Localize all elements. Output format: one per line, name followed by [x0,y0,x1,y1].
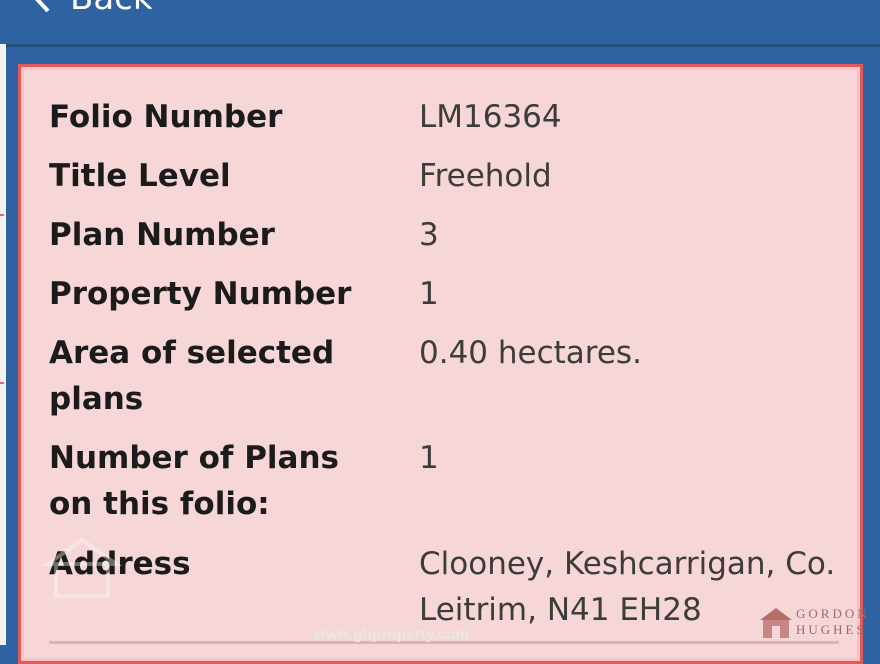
brand-logo: GORDON HUGHES [758,604,878,644]
top-bar: Back [0,0,880,47]
house-logo-icon [760,608,792,638]
detail-value: LM16364 [419,99,562,135]
folio-details-panel: Folio Number LM16364 Title Level Freehol… [18,64,863,664]
back-link[interactable]: Back [26,0,153,18]
brand-line-1: GORDON [796,606,870,621]
chevron-left-icon [35,0,50,13]
detail-value: 1 [419,440,439,476]
left-edge-strip [0,44,6,645]
detail-value: 3 [419,217,439,253]
detail-label: Number of Plans on this folio: [49,440,339,522]
detail-label: Folio Number [49,99,283,135]
detail-value: Freehold [419,158,552,194]
back-label: Back [70,0,153,18]
brand-line-2: HUGHES [796,622,867,637]
left-edge-mark [0,382,4,384]
watermark-logo-icon [42,537,122,598]
watermark-url: www.ghproperty.com [314,626,470,643]
left-edge-mark [0,214,4,216]
detail-label: Title Level [49,158,231,194]
detail-label: Plan Number [49,217,275,253]
detail-label: Area of selected plans [49,335,335,417]
detail-value: 1 [419,276,439,312]
detail-value: 0.40 hectares. [419,335,642,371]
detail-label: Property Number [49,276,352,312]
